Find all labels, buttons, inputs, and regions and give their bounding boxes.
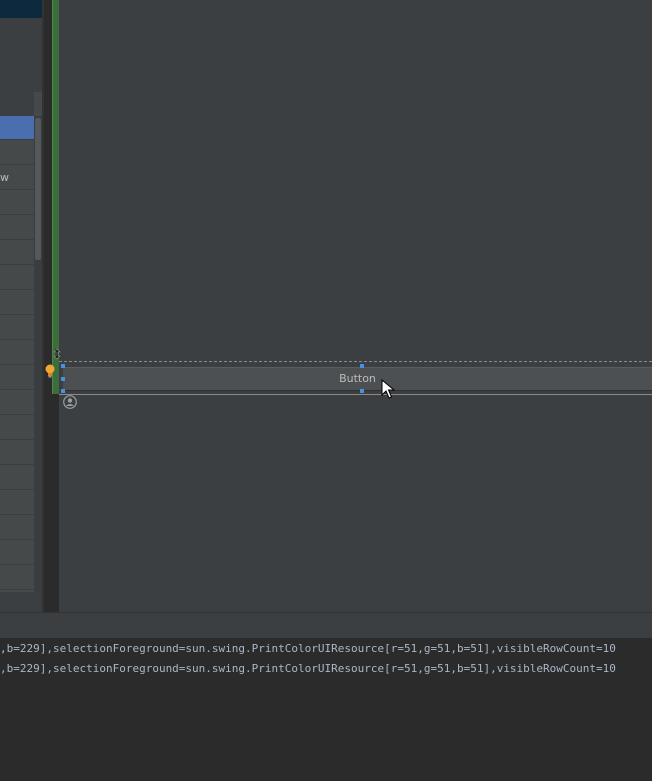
selection-handle-top-left[interactable]: [61, 364, 65, 368]
palette-item[interactable]: [0, 316, 34, 340]
palette-item[interactable]: [0, 191, 34, 215]
console-output[interactable]: ,b=229],selectionForeground=sun.swing.Pr…: [0, 638, 652, 781]
palette-scrollbar-thumb[interactable]: [35, 118, 41, 260]
widget-button-label: Button: [339, 372, 376, 385]
palette-header: [0, 92, 34, 116]
palette-item[interactable]: [0, 216, 34, 240]
palette-item[interactable]: [0, 266, 34, 290]
design-canvas[interactable]: [59, 0, 652, 612]
person-icon[interactable]: [63, 395, 77, 409]
mouse-pointer-icon: [381, 379, 395, 399]
window-top-strip: [0, 0, 43, 18]
selection-handle-left[interactable]: [61, 377, 65, 381]
palette-item[interactable]: [0, 341, 34, 365]
palette-item[interactable]: [0, 541, 34, 565]
palette-item[interactable]: [0, 141, 34, 165]
palette-item[interactable]: [0, 566, 34, 590]
palette-item[interactable]: [0, 441, 34, 465]
alignment-guide-top: [59, 361, 652, 362]
palette-item[interactable]: [0, 391, 34, 415]
lightbulb-icon[interactable]: [44, 364, 56, 378]
selection-handle-bottom-left[interactable]: [61, 389, 65, 393]
palette-item[interactable]: [0, 416, 34, 440]
tool-window-header: [0, 612, 652, 638]
selection-handle-top[interactable]: [360, 364, 364, 368]
alignment-guide-bottom: [59, 394, 652, 395]
console-line: ,b=229],selectionForeground=sun.swing.Pr…: [0, 662, 616, 675]
palette-item[interactable]: [0, 291, 34, 315]
palette-item[interactable]: [0, 116, 34, 140]
palette-item-label: w: [0, 171, 9, 184]
selection-handle-bottom[interactable]: [360, 389, 364, 393]
console-line: ,b=229],selectionForeground=sun.swing.Pr…: [0, 642, 616, 655]
resize-arrow-icon[interactable]: [52, 348, 62, 360]
palette-item[interactable]: w: [0, 166, 34, 190]
palette-item[interactable]: [0, 516, 34, 540]
layout-margin-bar: [52, 0, 59, 394]
palette-item[interactable]: [0, 241, 34, 265]
widget-button[interactable]: Button: [63, 367, 652, 391]
palette-item[interactable]: [0, 466, 34, 490]
palette-item[interactable]: [0, 366, 34, 390]
palette-item[interactable]: [0, 491, 34, 515]
